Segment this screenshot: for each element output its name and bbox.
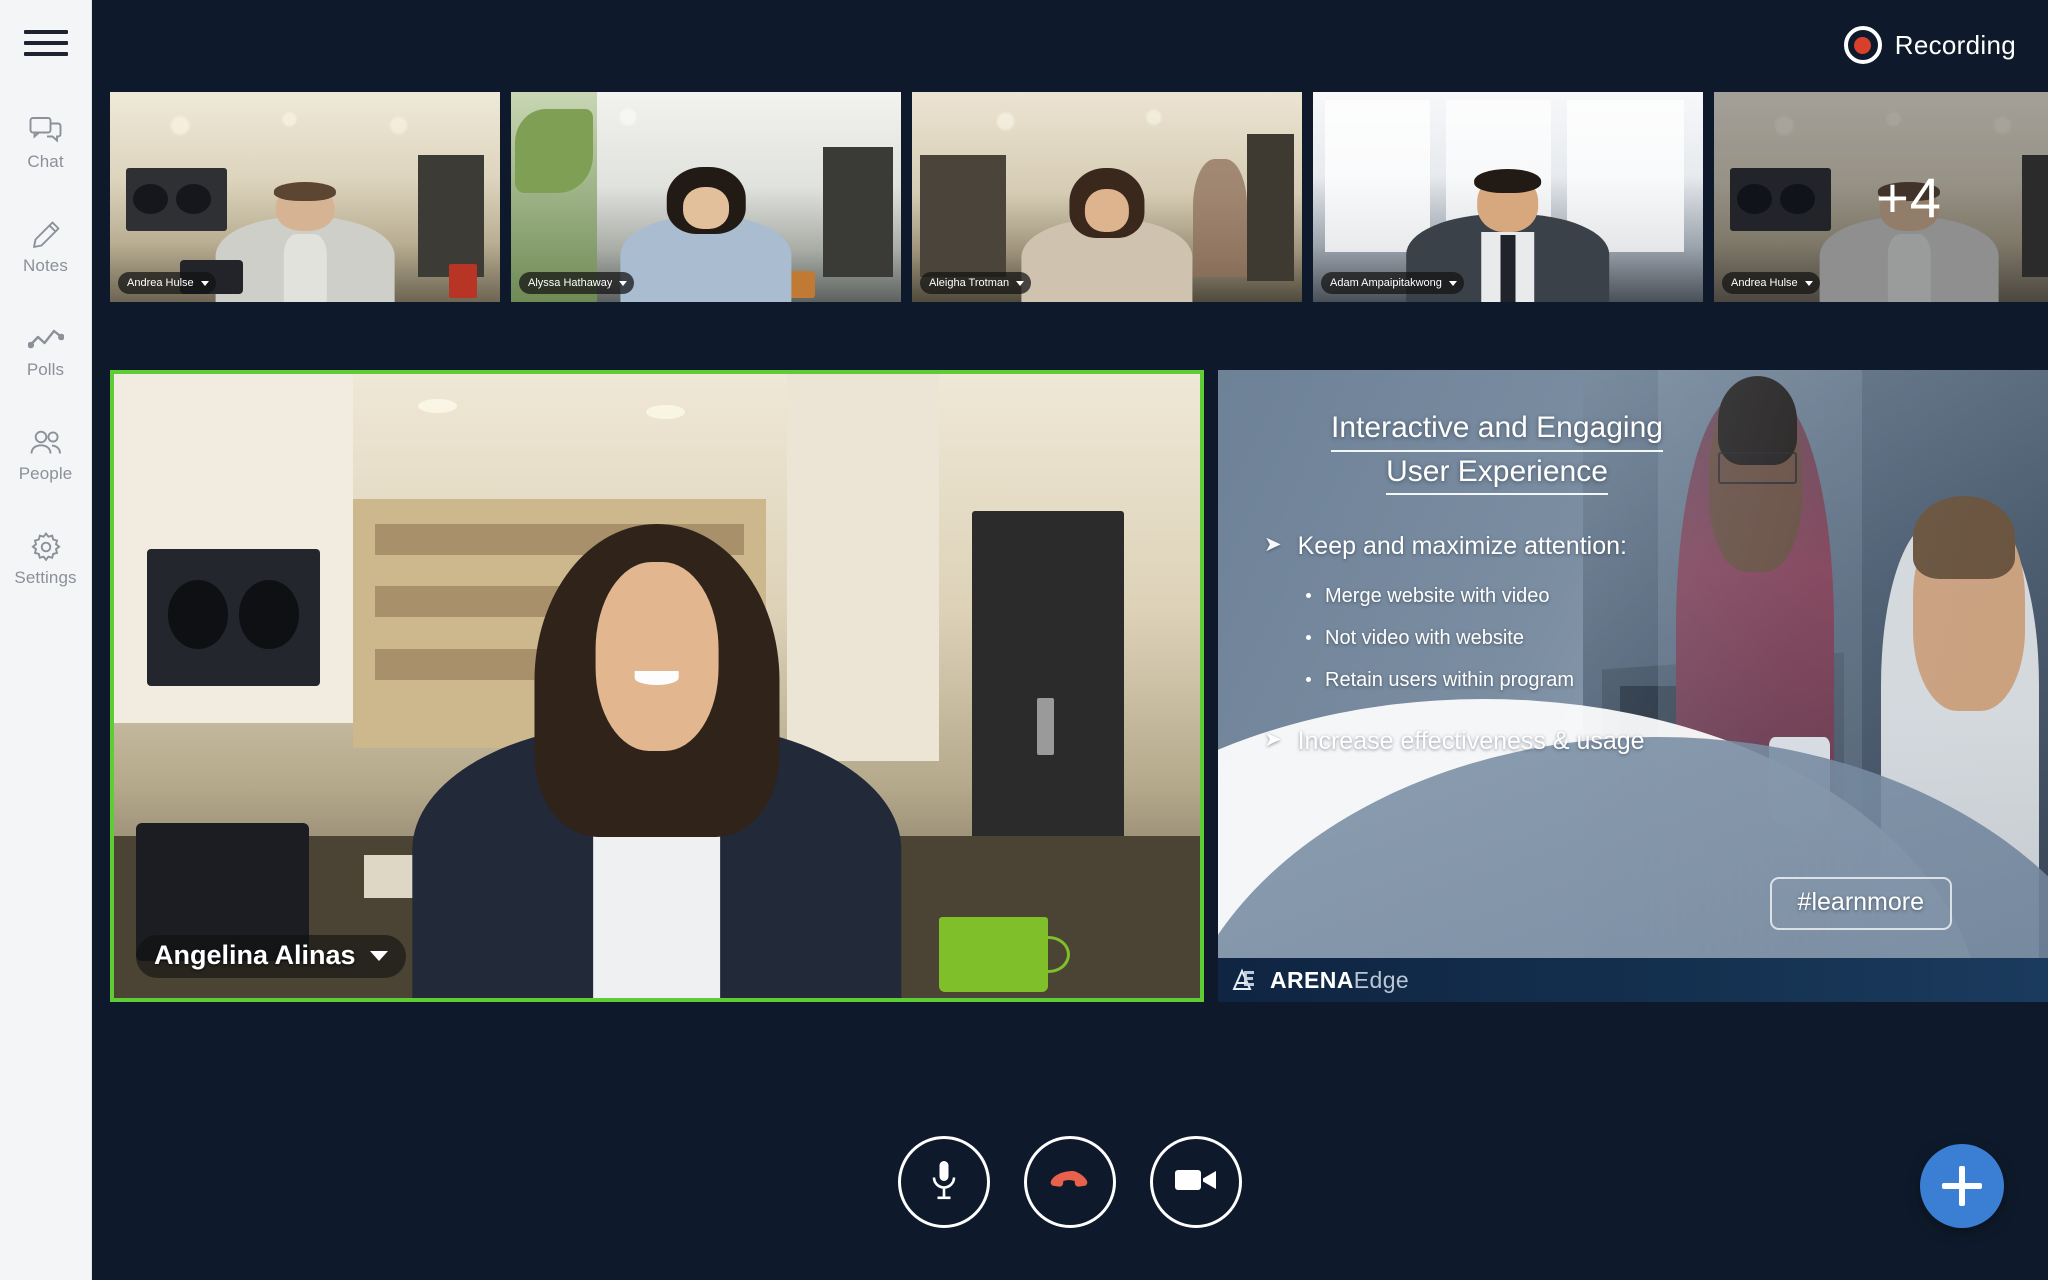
sidebar-item-label: People — [18, 464, 73, 483]
participant-name-chip[interactable]: Andrea Hulse — [1722, 272, 1820, 294]
slide-bullet-secondary: Not video with website — [1306, 626, 1758, 650]
participant-thumbnail-overflow[interactable]: +4 Andrea Hulse — [1714, 92, 2048, 302]
active-speaker-tile[interactable]: Angelina Alinas — [110, 370, 1204, 1002]
sidebar-item-notes[interactable]: Notes — [0, 212, 92, 280]
overflow-participant-count: +4 — [1714, 92, 2048, 302]
participant-name-chip[interactable]: Andrea Hulse — [118, 272, 216, 294]
sidebar-item-label: Chat — [27, 152, 64, 171]
slide-footer: ARENAEdge — [1218, 958, 2048, 1002]
participant-name: Alyssa Hathaway — [528, 277, 613, 289]
slide-bullet-primary: ➤ Keep and maximize attention: — [1264, 531, 1758, 562]
arrow-bullet-icon: ➤ — [1264, 728, 1282, 752]
participant-thumbnail[interactable]: Adam Ampaipitakwong — [1313, 92, 1703, 302]
video-camera-button[interactable] — [1150, 1136, 1242, 1228]
hangup-phone-icon — [1047, 1168, 1093, 1197]
participant-name-chip[interactable]: Adam Ampaipitakwong — [1321, 272, 1464, 294]
dot-bullet-icon — [1306, 677, 1311, 683]
gear-icon — [27, 530, 65, 564]
record-dot-icon — [1843, 26, 1882, 64]
top-bar: Recording — [92, 0, 2048, 90]
pencil-icon — [27, 218, 65, 252]
participant-thumbnail[interactable]: Alyssa Hathaway — [511, 92, 901, 302]
slide-title-line-2: User Experience — [1386, 452, 1608, 496]
participant-name: Aleigha Trotman — [929, 277, 1010, 289]
slide-bullet-text: Not video with website — [1325, 627, 1524, 650]
slide-title: Interactive and Engaging User Experience — [1218, 408, 2048, 496]
slide-sub-bullet-list: Merge website with video Not video with … — [1306, 584, 1758, 692]
microphone-button[interactable] — [898, 1136, 990, 1228]
end-call-button[interactable] — [1024, 1136, 1116, 1228]
meeting-stage: Recording Andrea Hulse Alyssa Hathaway A… — [92, 0, 2048, 1280]
slide-bullet-text: Merge website with video — [1325, 585, 1550, 608]
slide-title-line-1: Interactive and Engaging — [1331, 408, 1663, 452]
plus-icon — [1959, 1166, 1965, 1206]
chevron-down-icon — [1016, 280, 1025, 286]
slide-bullet-secondary: Merge website with video — [1306, 584, 1758, 608]
add-button[interactable] — [1920, 1144, 2004, 1228]
dot-bullet-icon — [1306, 593, 1311, 599]
chevron-down-icon — [619, 280, 628, 286]
learn-more-button[interactable]: #learnmore — [1769, 877, 1952, 930]
sidebar-item-polls[interactable]: Polls — [0, 316, 92, 384]
shared-screen-tile[interactable]: Interactive and Engaging User Experience… — [1218, 370, 2048, 1002]
participant-name: Adam Ampaipitakwong — [1330, 277, 1442, 289]
slide-bullet-list: ➤ Keep and maximize attention: Merge web… — [1218, 531, 2048, 758]
participant-name-chip[interactable]: Aleigha Trotman — [920, 272, 1032, 294]
microphone-icon — [929, 1159, 959, 1206]
line-chart-icon — [27, 322, 65, 356]
sidebar-item-people[interactable]: People — [0, 420, 92, 488]
active-speaker-name-chip[interactable]: Angelina Alinas — [136, 935, 406, 978]
sidebar-nav-list: Chat Notes Polls People Settings — [0, 108, 91, 592]
hamburger-menu-icon[interactable] — [23, 26, 68, 60]
dot-bullet-icon — [1306, 635, 1311, 641]
participant-name: Andrea Hulse — [1731, 277, 1798, 289]
video-camera-icon — [1174, 1166, 1218, 1199]
sidebar: Chat Notes Polls People Settings — [0, 0, 92, 1280]
brand-wordmark: ARENAEdge — [1270, 966, 1410, 993]
main-content-row: Angelina Alinas Interactive and Engaging… — [110, 370, 2048, 1002]
slide-bullet-text: Increase effectiveness & usage — [1297, 727, 1645, 756]
sidebar-item-chat[interactable]: Chat — [0, 108, 92, 176]
chevron-down-icon — [1448, 280, 1457, 286]
participant-name: Andrea Hulse — [127, 277, 194, 289]
participant-thumbnail-strip: Andrea Hulse Alyssa Hathaway Aleigha Tro… — [110, 92, 2048, 302]
chevron-down-icon — [1804, 280, 1813, 286]
slide-bullet-text: Keep and maximize attention: — [1297, 532, 1627, 561]
status-badge-recording: Recording — [1843, 26, 2016, 64]
slide-bullet-primary: ➤ Increase effectiveness & usage — [1264, 726, 1758, 757]
arrow-bullet-icon: ➤ — [1264, 533, 1282, 557]
people-icon — [27, 426, 65, 460]
participant-thumbnail[interactable]: Andrea Hulse — [110, 92, 500, 302]
sidebar-item-settings[interactable]: Settings — [0, 524, 92, 592]
chevron-down-icon — [369, 950, 388, 961]
sidebar-item-label: Polls — [26, 360, 65, 379]
call-controls — [92, 1136, 2048, 1228]
slide-bullet-text: Retain users within program — [1325, 669, 1574, 692]
participant-thumbnail[interactable]: Aleigha Trotman — [912, 92, 1302, 302]
sidebar-item-label: Settings — [14, 568, 77, 587]
sidebar-item-label: Notes — [23, 256, 68, 275]
brand-name-light: Edge — [1353, 966, 1410, 993]
recording-label: Recording — [1894, 29, 2016, 60]
chevron-down-icon — [200, 280, 209, 286]
slide-bullet-secondary: Retain users within program — [1306, 668, 1758, 692]
arena-edge-logo-icon — [1232, 968, 1262, 992]
brand-name-bold: ARENA — [1270, 966, 1354, 993]
video-conference-app: Chat Notes Polls People Settings Recordi… — [0, 0, 2048, 1280]
chat-icon — [27, 114, 65, 148]
active-speaker-name: Angelina Alinas — [154, 940, 356, 970]
participant-name-chip[interactable]: Alyssa Hathaway — [519, 272, 635, 294]
